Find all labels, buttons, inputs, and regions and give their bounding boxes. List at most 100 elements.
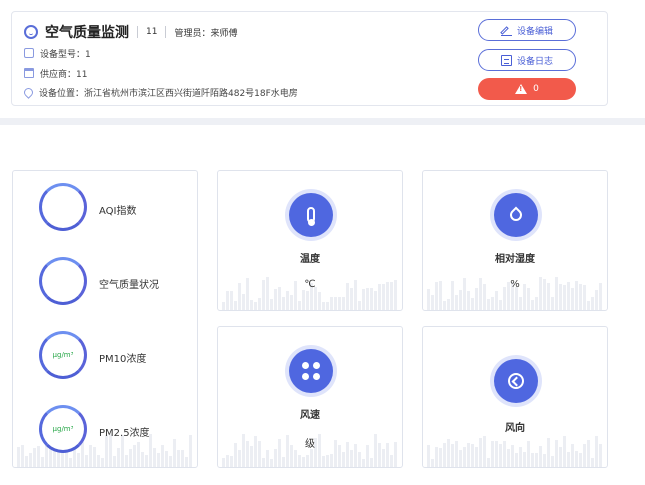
supplier-row: 供应商：11 bbox=[24, 66, 87, 80]
background-bar bbox=[471, 298, 474, 310]
device-log-button[interactable]: 设备日志 bbox=[478, 49, 576, 71]
thermometer-icon bbox=[289, 193, 333, 237]
background-bar bbox=[330, 454, 333, 467]
background-bar bbox=[507, 449, 510, 467]
background-bar bbox=[515, 287, 518, 310]
background-bar bbox=[270, 299, 273, 310]
background-bar bbox=[77, 453, 80, 467]
supplier: 供应商：11 bbox=[40, 69, 88, 80]
background-bar bbox=[17, 447, 20, 467]
background-bar bbox=[294, 450, 297, 467]
alarm-count: 0 bbox=[533, 84, 539, 94]
location-pin-icon bbox=[22, 85, 35, 99]
background-bar bbox=[25, 456, 28, 467]
background-bar bbox=[559, 447, 562, 467]
background-bar bbox=[177, 450, 180, 467]
background-bar bbox=[113, 456, 116, 467]
background-bar bbox=[451, 444, 454, 467]
background-bar bbox=[471, 444, 474, 467]
background-bar bbox=[567, 452, 570, 467]
background-bar bbox=[431, 459, 434, 467]
device-model-icon bbox=[24, 48, 34, 58]
aqi-label: AQI指数 bbox=[99, 206, 137, 217]
background-bar bbox=[587, 440, 590, 467]
fan-icon bbox=[289, 349, 333, 393]
wind-direction-card: 风向 bbox=[422, 326, 608, 468]
background-bar bbox=[141, 452, 144, 467]
background-bar bbox=[551, 297, 554, 310]
background-bar bbox=[527, 288, 530, 310]
background-bar bbox=[326, 302, 329, 310]
alarm-button[interactable]: 0 bbox=[478, 78, 576, 100]
background-bar bbox=[491, 297, 494, 310]
background-bar bbox=[583, 444, 586, 467]
warning-icon bbox=[515, 84, 528, 94]
background-bar bbox=[531, 453, 534, 467]
background-bar bbox=[431, 295, 434, 310]
background-bar bbox=[274, 289, 277, 310]
background-bar bbox=[234, 301, 237, 310]
background-bar bbox=[547, 438, 550, 467]
admin-label: 管理员：来师傅 bbox=[174, 28, 238, 39]
background-bar bbox=[145, 455, 148, 467]
background-bar bbox=[105, 435, 108, 467]
wind-speed-label: 风速 bbox=[300, 410, 320, 421]
background-bar bbox=[475, 288, 478, 310]
background-bar bbox=[21, 445, 24, 467]
background-bar bbox=[338, 297, 341, 310]
background-bar bbox=[459, 450, 462, 467]
background-bar bbox=[475, 447, 478, 467]
background-bar bbox=[262, 458, 265, 467]
background-bar bbox=[334, 297, 337, 310]
background-bar bbox=[495, 441, 498, 467]
edit-device-button[interactable]: 设备编辑 bbox=[478, 19, 576, 41]
background-bar bbox=[69, 458, 72, 467]
background-bar bbox=[503, 441, 506, 467]
background-bar bbox=[302, 290, 305, 310]
background-bar bbox=[189, 435, 192, 467]
humidity-unit: % bbox=[510, 279, 520, 290]
background-bar bbox=[298, 301, 301, 310]
background-bar bbox=[350, 288, 353, 310]
background-bar bbox=[41, 457, 44, 467]
device-location: 设备位置：浙江省杭州市滨江区西兴街道阡陌路482号18F水电房 bbox=[39, 88, 298, 99]
background-bar bbox=[539, 446, 542, 467]
background-bar bbox=[499, 444, 502, 467]
background-bar bbox=[306, 291, 309, 310]
background-bar bbox=[447, 439, 450, 467]
pm10-unit: μg/m³ bbox=[52, 351, 74, 359]
background-bar bbox=[81, 442, 84, 467]
divider bbox=[165, 26, 167, 38]
section-divider bbox=[0, 118, 645, 125]
background-bar bbox=[435, 447, 438, 467]
background-bar bbox=[330, 297, 333, 310]
background-bar bbox=[459, 290, 462, 310]
background-bar bbox=[370, 288, 373, 310]
background-bar bbox=[487, 458, 490, 467]
background-bar bbox=[515, 453, 518, 467]
background-bars bbox=[423, 431, 607, 467]
direction-icon bbox=[494, 359, 538, 403]
background-bar bbox=[97, 455, 100, 467]
wind-direction-label: 风向 bbox=[505, 423, 525, 434]
background-bar bbox=[571, 444, 574, 467]
background-bar bbox=[29, 453, 32, 467]
background-bar bbox=[362, 289, 365, 310]
background-bar bbox=[555, 440, 558, 467]
water-drop-icon bbox=[494, 193, 538, 237]
background-bar bbox=[226, 455, 229, 467]
background-bar bbox=[322, 302, 325, 310]
background-bar bbox=[575, 451, 578, 467]
pm25-label: PM2.5浓度 bbox=[99, 428, 150, 439]
log-icon bbox=[500, 54, 512, 66]
background-bar bbox=[157, 453, 160, 467]
edit-icon bbox=[500, 25, 512, 36]
background-bar bbox=[579, 453, 582, 467]
temperature-unit: ℃ bbox=[304, 279, 316, 290]
background-bar bbox=[306, 455, 309, 467]
smile-icon bbox=[24, 25, 38, 39]
background-bar bbox=[89, 445, 92, 467]
background-bar bbox=[531, 300, 534, 310]
background-bar bbox=[427, 445, 430, 467]
store-icon bbox=[24, 68, 34, 78]
